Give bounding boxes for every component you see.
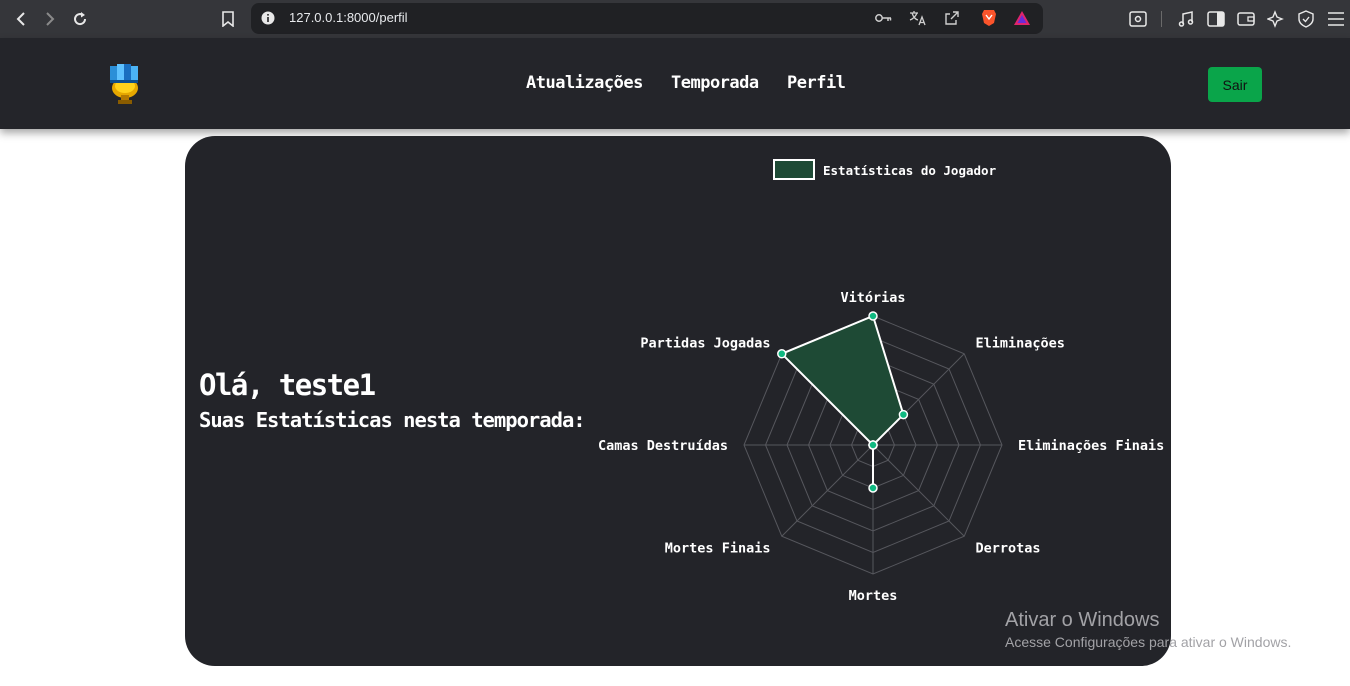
radar-axis-label: Mortes Finais — [665, 541, 771, 557]
radar-spoke — [781, 444, 874, 537]
vpn-shield-icon[interactable] — [1296, 9, 1316, 29]
radar-axis-label: Mortes — [849, 588, 898, 604]
brave-shield-icon[interactable] — [979, 8, 999, 28]
wallet-icon[interactable] — [1236, 9, 1256, 29]
legend-swatch — [773, 159, 815, 180]
radar-axis-label: Partidas Jogadas — [640, 335, 770, 351]
legend-label: Estatísticas do Jogador — [823, 163, 997, 178]
profile-card: Olá, teste1 Suas Estatísticas nesta temp… — [185, 136, 1171, 666]
radar-axis-label: Derrotas — [976, 541, 1041, 557]
radar-data-point[interactable] — [868, 483, 878, 493]
radar-spoke — [872, 444, 965, 537]
radar-series — [777, 311, 909, 493]
translate-icon[interactable] — [908, 8, 928, 28]
radar-chart: Estatísticas do Jogador Vitórias Eliminaç… — [598, 159, 1164, 604]
radar-axis-label: Camas Destruídas — [598, 438, 728, 454]
radar-data-point[interactable] — [898, 409, 909, 420]
logout-button[interactable]: Sair — [1208, 67, 1262, 102]
main-nav: Atualizações Temporada Perfil — [0, 38, 1350, 129]
radar-axis-labels: Vitórias Eliminações Eliminações Finais Der… — [598, 290, 1164, 604]
key-icon[interactable] — [874, 8, 894, 28]
radar-series-area — [780, 314, 905, 488]
radar-data-point[interactable] — [868, 311, 878, 321]
nav-link-updates[interactable]: Atualizações — [526, 73, 643, 93]
bookmark-icon[interactable] — [216, 7, 240, 31]
windows-activation-subtitle: Acesse Configurações para ativar o Windo… — [1005, 634, 1292, 650]
windows-activation-title: Ativar o Windows — [1005, 609, 1160, 631]
chart-legend[interactable]: Estatísticas do Jogador — [773, 159, 997, 180]
app-header: Atualizações Temporada Perfil Sair — [0, 38, 1350, 129]
reload-icon[interactable] — [68, 7, 92, 31]
radar-data-point[interactable] — [868, 440, 878, 450]
nav-link-profile[interactable]: Perfil — [787, 73, 846, 93]
radar-axis-label: Eliminações Finais — [1018, 438, 1164, 454]
leo-ai-icon[interactable] — [1266, 9, 1286, 29]
site-info-icon[interactable] — [258, 8, 278, 28]
url-text: 127.0.0.1:8000/perfil — [289, 10, 408, 25]
address-bar[interactable]: 127.0.0.1:8000/perfil — [251, 3, 1043, 34]
radar-data-point[interactable] — [777, 349, 787, 359]
radar-axis-label: Vitórias — [840, 290, 905, 306]
music-icon[interactable] — [1176, 9, 1196, 29]
back-icon[interactable] — [9, 7, 33, 31]
menu-icon[interactable] — [1326, 9, 1346, 29]
browser-toolbar: 127.0.0.1:8000/perfil — [0, 0, 1350, 38]
toolbar-divider — [1161, 11, 1162, 27]
nav-link-season[interactable]: Temporada — [671, 73, 759, 93]
reader-mode-icon[interactable] — [1128, 9, 1148, 29]
brave-rewards-icon[interactable] — [1012, 8, 1032, 28]
share-icon[interactable] — [942, 8, 962, 28]
forward-icon[interactable] — [38, 7, 62, 31]
sidebar-icon[interactable] — [1206, 9, 1226, 29]
radar-axis-label: Eliminações — [976, 335, 1065, 351]
